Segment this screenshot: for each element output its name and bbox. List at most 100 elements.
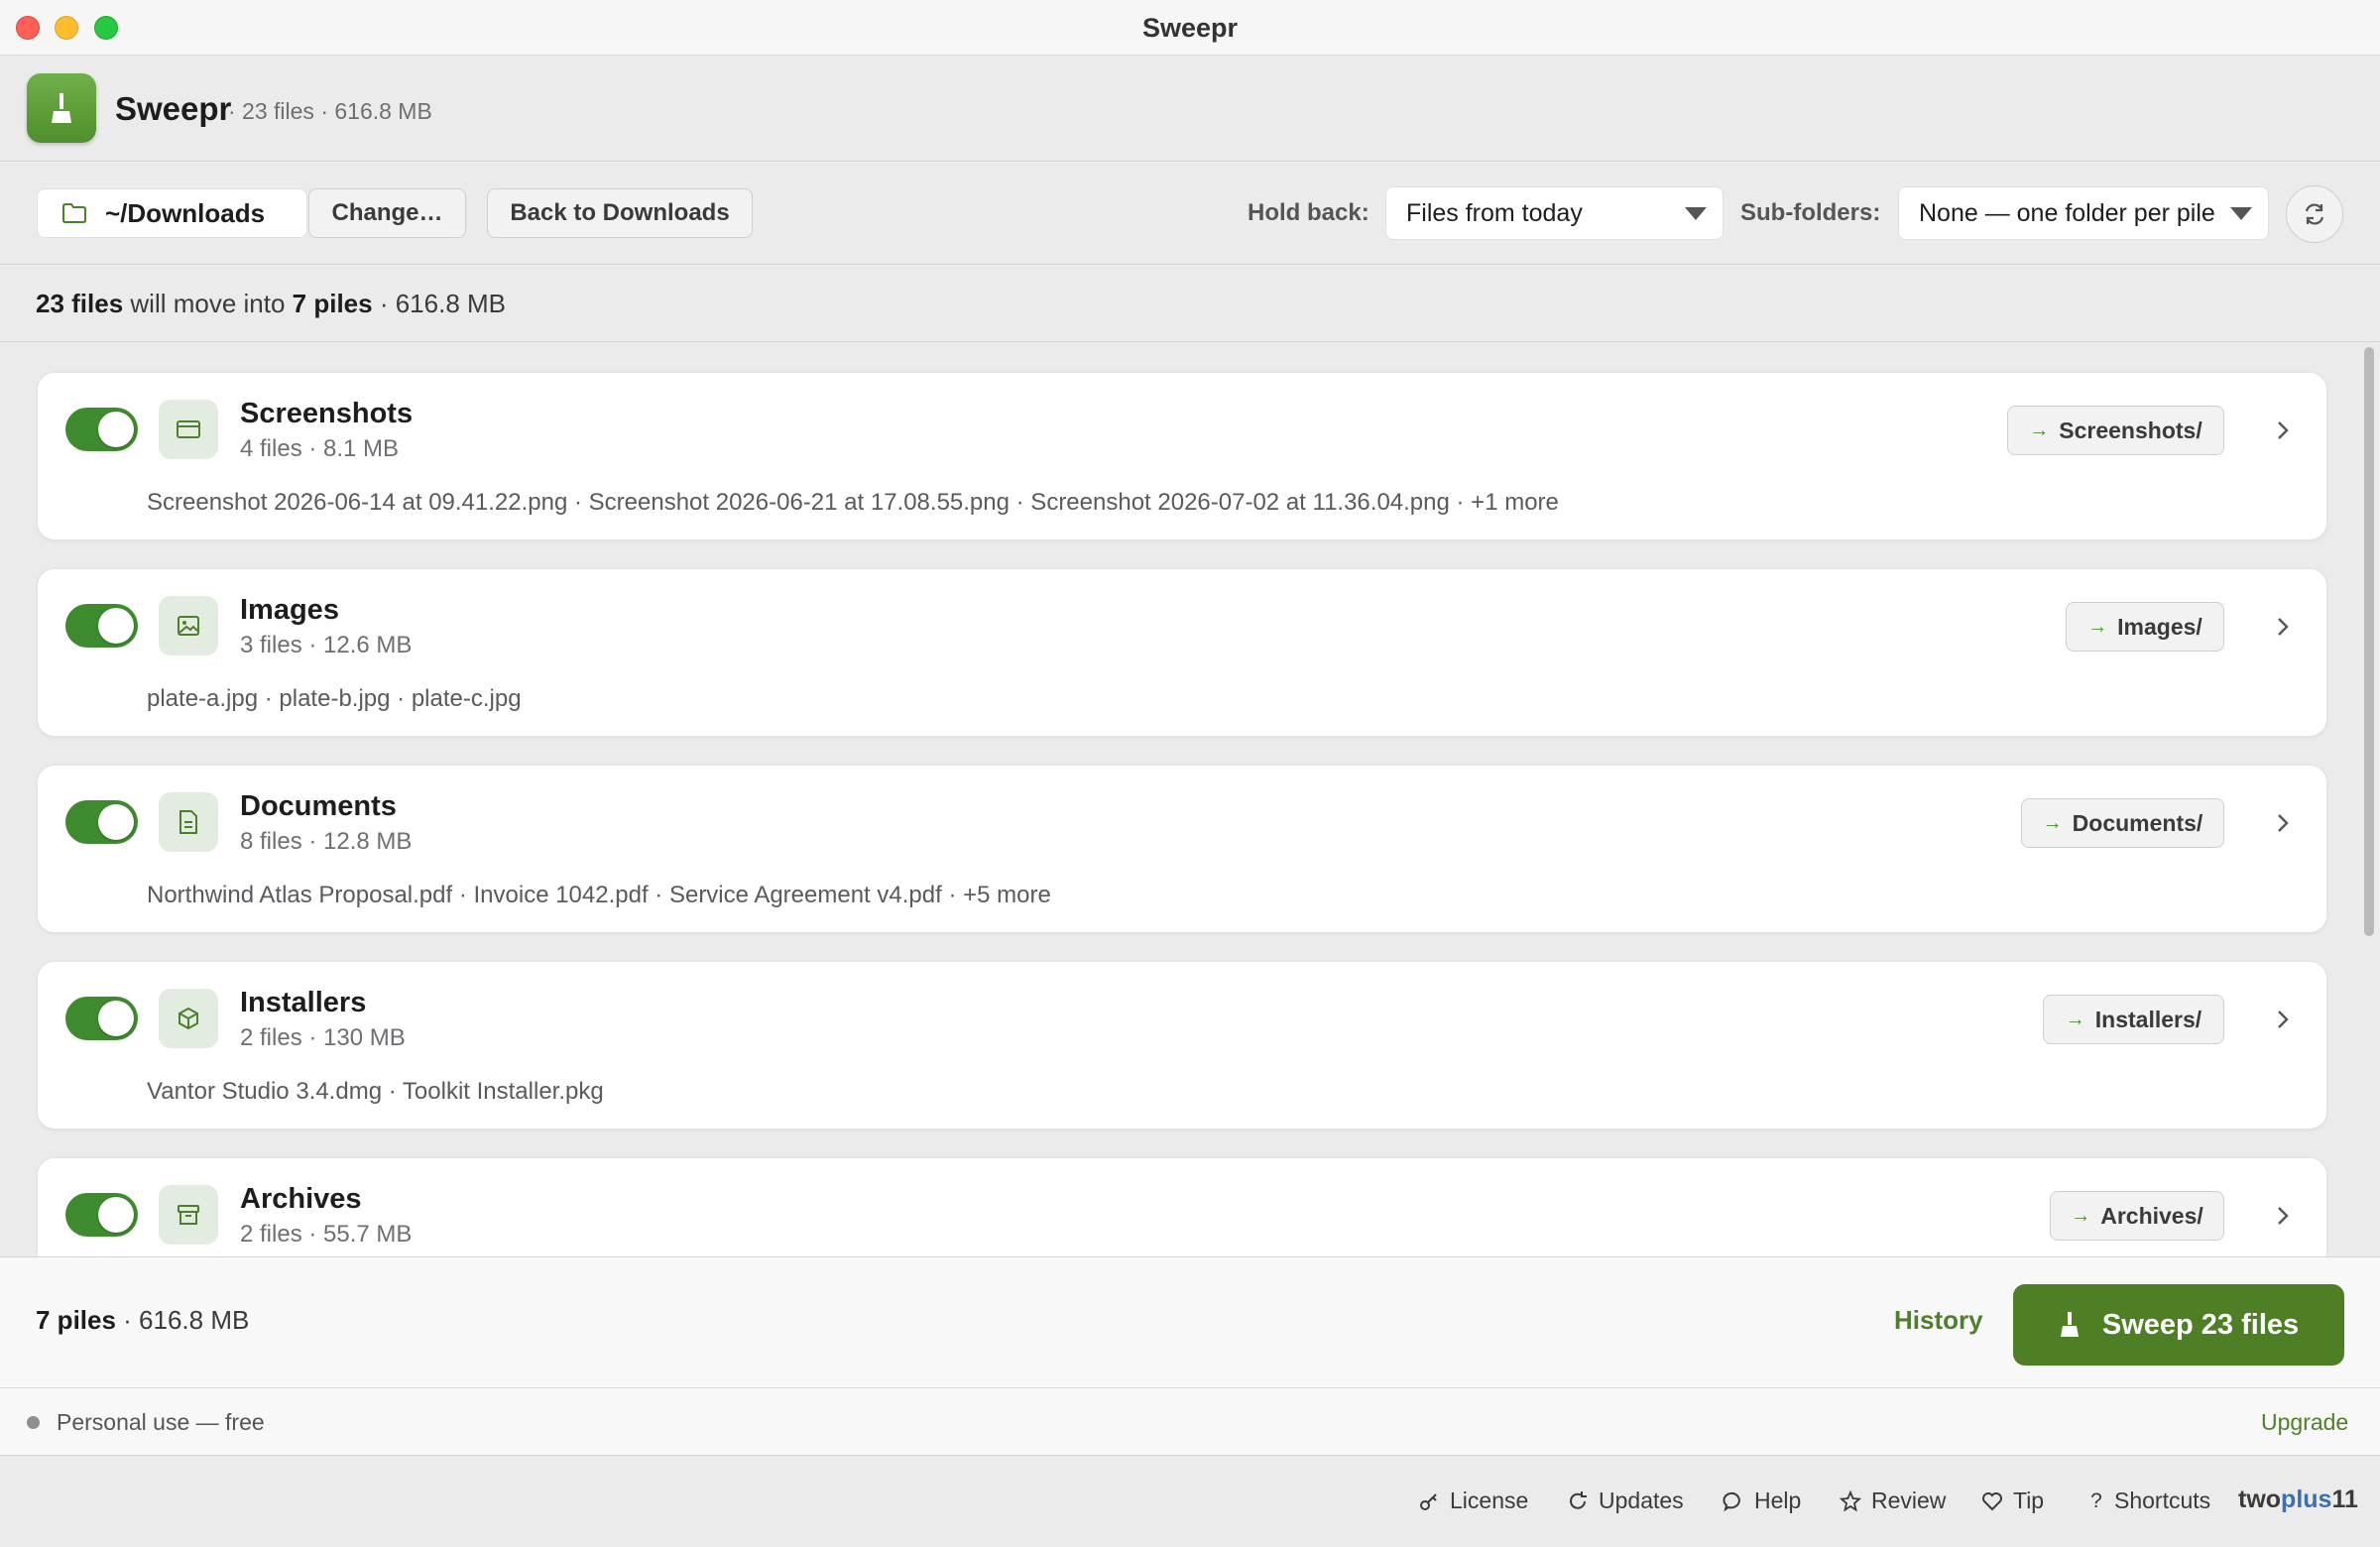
chevron-right-icon[interactable]	[2263, 803, 2303, 843]
app-name: Sweepr	[115, 90, 232, 127]
pile-destination-label: Screenshots/	[2059, 416, 2202, 443]
archive-icon	[159, 1185, 218, 1245]
pile-card-documents[interactable]: Documents 8 files · 12.8 MB Northwind At…	[37, 765, 2327, 933]
refresh-button[interactable]	[2286, 185, 2343, 243]
pile-file-list: plate-a.jpg · plate-b.jpg · plate-c.jpg	[147, 685, 522, 712]
footer-summary: 7 piles · 616.8 MB	[36, 1305, 249, 1336]
chevron-right-icon[interactable]	[2263, 1196, 2303, 1236]
caret-down-icon	[1685, 207, 1707, 220]
pile-destination-button[interactable]: → Documents/	[2021, 798, 2224, 848]
arrow-right-icon: →	[2029, 418, 2050, 441]
toolbar: ~/Downloads Change… Back to Downloads Ho…	[0, 162, 2380, 265]
pile-destination-button[interactable]: → Screenshots/	[2007, 406, 2224, 455]
pile-name: Screenshots	[240, 398, 414, 429]
arrow-right-icon: →	[2042, 811, 2063, 834]
hold-back-value: Files from today	[1406, 198, 1583, 227]
license-link-label: License	[1450, 1488, 1529, 1513]
pile-toggle[interactable]	[65, 604, 138, 648]
package-icon	[159, 989, 218, 1048]
license-link[interactable]: License	[1418, 1488, 1528, 1514]
history-button[interactable]: History	[1894, 1305, 1983, 1336]
summary-size: · 616.8 MB	[372, 289, 507, 318]
help-link-label: Help	[1754, 1488, 1802, 1513]
pile-meta: 3 files · 12.6 MB	[240, 632, 413, 658]
pile-destination-label: Installers/	[2094, 1006, 2202, 1032]
summary-piles: 7 piles	[292, 289, 373, 318]
arrow-right-icon: →	[2087, 615, 2108, 638]
folder-icon	[62, 203, 86, 223]
pile-list: Screenshots 4 files · 8.1 MB Screenshot …	[0, 342, 2380, 1256]
pile-meta: 2 files · 130 MB	[240, 1024, 406, 1051]
question-mark-icon: ?	[2090, 1488, 2102, 1512]
pile-destination-button[interactable]: → Installers/	[2043, 995, 2224, 1044]
shortcuts-link-label: Shortcuts	[2114, 1488, 2211, 1513]
window-icon	[159, 400, 218, 459]
folder-path-label: ~/Downloads	[105, 197, 266, 228]
review-link-label: Review	[1871, 1488, 1947, 1513]
pile-name: Documents	[240, 790, 397, 822]
subfolders-value: None — one folder per pile	[1919, 198, 2215, 227]
tip-link-label: Tip	[2013, 1488, 2045, 1513]
back-to-downloads-button[interactable]: Back to Downloads	[487, 188, 753, 238]
footer-size: · 616.8 MB	[115, 1305, 250, 1335]
updates-link-label: Updates	[1599, 1488, 1684, 1513]
move-summary: 23 files will move into 7 piles · 616.8 …	[0, 265, 2380, 342]
pile-destination-button[interactable]: → Images/	[2066, 602, 2224, 652]
subfolders-select[interactable]: None — one folder per pile	[1898, 186, 2269, 240]
refresh-icon	[1567, 1490, 1589, 1512]
license-strip: Personal use — free Upgrade	[0, 1388, 2380, 1456]
license-status: Personal use — free	[57, 1409, 265, 1435]
pile-destination-button[interactable]: → Archives/	[2050, 1191, 2224, 1241]
arrow-right-icon: →	[2071, 1204, 2091, 1227]
pile-toggle[interactable]	[65, 997, 138, 1040]
document-icon	[159, 792, 218, 852]
pile-meta: 4 files · 8.1 MB	[240, 435, 400, 462]
chevron-right-icon[interactable]	[2263, 1000, 2303, 1039]
pile-card-images[interactable]: Images 3 files · 12.6 MB plate-a.jpg · p…	[37, 568, 2327, 737]
footer-action-bar: 7 piles · 616.8 MB History Sweep 23 file…	[0, 1256, 2380, 1388]
upgrade-link[interactable]: Upgrade	[2261, 1409, 2348, 1436]
pile-destination-label: Images/	[2117, 613, 2202, 640]
app-header: Sweepr · 23 files · 616.8 MB	[0, 56, 2380, 162]
app-meta: · 23 files · 616.8 MB	[228, 98, 432, 124]
pile-card-installers[interactable]: Installers 2 files · 130 MB Vantor Studi…	[37, 961, 2327, 1130]
star-icon	[1840, 1489, 1861, 1512]
refresh-icon	[2305, 203, 2324, 225]
status-dot	[27, 1416, 40, 1429]
help-link[interactable]: Help	[1723, 1488, 1801, 1514]
list-scrollbar[interactable]	[2364, 347, 2374, 936]
pile-toggle[interactable]	[65, 408, 138, 451]
review-link[interactable]: Review	[1840, 1488, 1946, 1514]
broom-icon	[2060, 1312, 2079, 1337]
pile-meta: 2 files · 55.7 MB	[240, 1221, 413, 1248]
tip-link[interactable]: Tip	[1981, 1488, 2044, 1514]
image-icon	[159, 596, 218, 655]
pile-name: Installers	[240, 987, 367, 1018]
window-title: Sweepr	[1141, 13, 1239, 43]
folder-path-button[interactable]: ~/Downloads	[37, 188, 307, 238]
bottom-links-bar: License Updates Help Review Tip ? Shortc…	[0, 1456, 2380, 1547]
broom-app-icon	[27, 73, 96, 143]
sweep-button-label: Sweep 23 files	[2101, 1308, 2300, 1341]
pile-file-list: Northwind Atlas Proposal.pdf · Invoice 1…	[147, 882, 1051, 908]
hold-back-label: Hold back:	[1248, 199, 1369, 226]
pile-meta: 8 files · 12.8 MB	[240, 828, 413, 855]
sweep-button[interactable]: Sweep 23 files	[2013, 1284, 2344, 1366]
pile-card-screenshots[interactable]: Screenshots 4 files · 8.1 MB Screenshot …	[37, 372, 2327, 540]
summary-files: 23 files	[36, 289, 124, 318]
pile-toggle[interactable]	[65, 1193, 138, 1237]
arrow-right-icon: →	[2065, 1008, 2085, 1030]
updates-link[interactable]: Updates	[1567, 1488, 1684, 1514]
developer-logo[interactable]: twoplus11	[2238, 1486, 2358, 1514]
chevron-right-icon[interactable]	[2263, 607, 2303, 647]
chat-bubble-icon	[1723, 1490, 1744, 1512]
caret-down-icon	[2230, 207, 2252, 220]
key-icon	[1418, 1490, 1440, 1512]
pile-card-archives[interactable]: Archives 2 files · 55.7 MB → Archives/	[37, 1157, 2327, 1256]
chevron-right-icon[interactable]	[2263, 411, 2303, 450]
change-button[interactable]: Change…	[308, 188, 466, 238]
summary-middle: will move into	[123, 289, 293, 318]
pile-toggle[interactable]	[65, 800, 138, 844]
hold-back-select[interactable]: Files from today	[1385, 186, 1724, 240]
shortcuts-link[interactable]: ? Shortcuts	[2088, 1488, 2210, 1514]
